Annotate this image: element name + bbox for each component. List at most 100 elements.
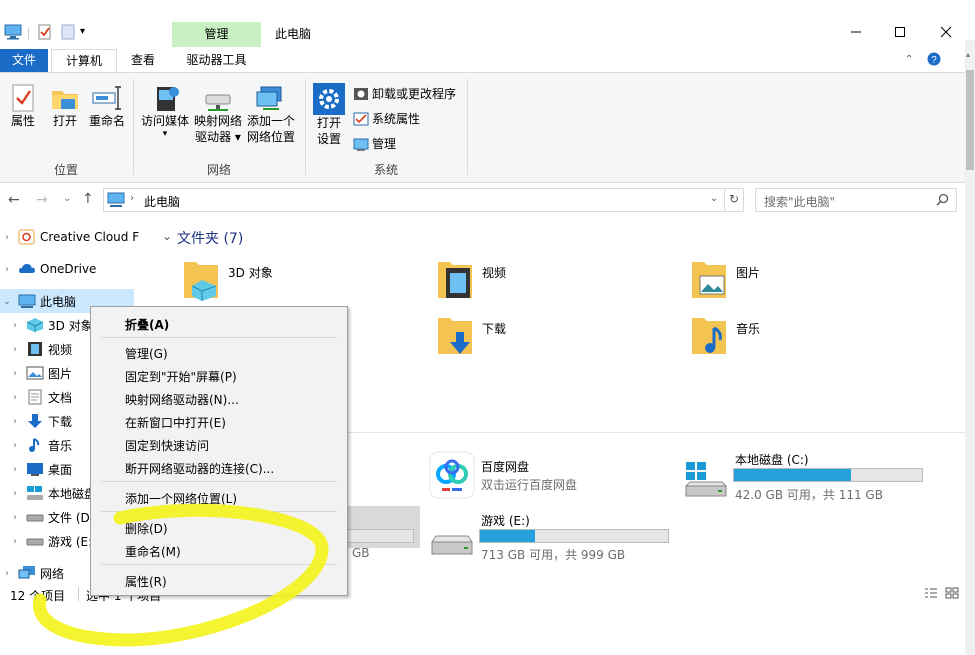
system-properties-icon <box>353 112 369 125</box>
menu-item-pin-quick-access[interactable]: 固定到快速访问 <box>125 437 209 454</box>
ribbon-collapse-icon[interactable]: ⌃ <box>905 54 913 65</box>
breadcrumb-path[interactable]: 此电脑 <box>144 193 180 210</box>
dropdown-arrow-icon: ▾ <box>162 129 168 139</box>
access-media-button[interactable]: 访问媒体 ▾ <box>139 83 191 139</box>
properties-button[interactable]: 属性 <box>6 83 40 129</box>
menu-item-collapse[interactable]: 折叠(A) <box>125 316 169 333</box>
folders-header[interactable]: 文件夹 (7) <box>177 228 243 248</box>
menu-item-disconnect-network-drive[interactable]: 断开网络驱动器的连接(C)... <box>125 460 274 477</box>
nav-label: 视频 <box>48 342 73 357</box>
nav-item-music[interactable]: › 音乐 <box>8 433 72 457</box>
folder-music[interactable]: 音乐 <box>690 314 760 358</box>
nav-item-pictures[interactable]: › 图片 <box>8 361 72 385</box>
open-button[interactable]: 打开 <box>48 83 82 129</box>
map-network-drive-label-2: 驱动器 <box>195 130 232 144</box>
breadcrumb-chevron-icon: › <box>130 193 134 204</box>
uninstall-program-button[interactable]: 卸载或更改程序 <box>353 85 456 102</box>
nav-item-3d-objects[interactable]: › 3D 对象 <box>8 313 93 337</box>
menu-item-manage[interactable]: 管理(G) <box>125 345 168 362</box>
nav-item-drive-e[interactable]: › 游戏 (E: <box>8 529 92 553</box>
ribbon-divider <box>467 79 468 175</box>
tab-view[interactable]: 查看 <box>120 49 166 72</box>
manage-button[interactable]: 管理 <box>353 135 396 152</box>
nav-item-drive-d[interactable]: › 文件 (D <box>8 505 90 529</box>
downloads-icon <box>28 414 42 428</box>
local-disk-c-name[interactable]: 本地磁盘 (C:) <box>735 451 809 468</box>
maximize-button[interactable] <box>887 20 913 44</box>
scrollbar-thumb[interactable] <box>966 70 974 170</box>
nav-label: OneDrive <box>40 262 97 276</box>
nav-item-creative-cloud[interactable]: › Creative Cloud F <box>0 225 139 249</box>
rename-icon <box>92 86 121 110</box>
scroll-up-icon[interactable]: ▴ <box>966 50 974 60</box>
folder-label: 3D 对象 <box>228 266 273 280</box>
up-button[interactable]: ↑ <box>82 191 94 207</box>
computer-icon <box>18 294 36 308</box>
add-network-location-button[interactable]: 添加一个 网络位置 <box>244 83 298 145</box>
open-settings-button[interactable]: 打开 设置 <box>312 83 346 147</box>
folder-videos[interactable]: 视频 <box>436 258 506 302</box>
folder-downloads[interactable]: 下载 <box>436 314 506 358</box>
search-icon <box>936 193 949 206</box>
help-icon[interactable]: ? <box>927 52 941 66</box>
quick-access-dropdown-icon[interactable]: ▾ <box>80 26 85 37</box>
drive-e-icon[interactable] <box>430 530 474 558</box>
nav-item-downloads[interactable]: › 下载 <box>8 409 72 433</box>
rename-button[interactable]: 重命名 <box>86 83 128 129</box>
tab-computer[interactable]: 计算机 <box>51 49 117 73</box>
drive-e-space: 713 GB 可用，共 999 GB <box>481 548 626 562</box>
uninstall-icon <box>354 87 368 100</box>
downloads-folder-icon <box>438 318 472 354</box>
collapse-section-icon[interactable]: ⌄ <box>162 229 172 243</box>
tab-file[interactable]: 文件 <box>0 49 48 72</box>
nav-label: 游戏 (E: <box>48 534 93 549</box>
system-properties-label: 系统属性 <box>372 112 421 126</box>
menu-item-rename[interactable]: 重命名(M) <box>125 543 181 560</box>
new-folder-quick-icon[interactable] <box>60 24 76 40</box>
menu-item-properties[interactable]: 属性(R) <box>125 573 167 590</box>
forward-button[interactable]: → <box>36 192 48 208</box>
nav-item-videos[interactable]: › 视频 <box>8 337 72 361</box>
address-dropdown-icon[interactable]: ⌄ <box>710 193 718 204</box>
menu-item-delete[interactable]: 删除(D) <box>125 520 168 537</box>
properties-quick-icon[interactable] <box>37 24 53 40</box>
menu-item-pin-to-start[interactable]: 固定到"开始"屏幕(P) <box>125 368 237 385</box>
minimize-button[interactable] <box>843 20 869 44</box>
tab-drive-tools[interactable]: 驱动器工具 <box>172 49 261 72</box>
manage-label: 管理 <box>372 137 397 151</box>
menu-item-open-new-window[interactable]: 在新窗口中打开(E) <box>125 414 226 431</box>
nav-item-local-disk-c[interactable]: › 本地磁盘 <box>8 481 96 505</box>
address-bar[interactable]: › 此电脑 ⌄ ↻ <box>103 188 744 212</box>
video-folder-icon <box>438 262 472 298</box>
folder-label: 下载 <box>482 322 507 336</box>
drive-e-name[interactable]: 游戏 (E:) <box>481 512 530 529</box>
creative-cloud-icon <box>18 229 35 245</box>
menu-item-add-network-location[interactable]: 添加一个网络位置(L) <box>125 490 237 507</box>
baidu-netdisk-icon[interactable] <box>428 450 476 500</box>
map-network-drive-button[interactable]: 映射网络 驱动器 ▾ <box>192 83 244 145</box>
system-properties-button[interactable]: 系统属性 <box>353 110 420 127</box>
nav-item-network[interactable]: › 网络 <box>0 561 64 585</box>
menu-item-map-network-drive[interactable]: 映射网络驱动器(N)... <box>125 391 239 408</box>
details-view-icon[interactable] <box>924 587 938 599</box>
search-input[interactable]: 搜索"此电脑" <box>755 188 957 212</box>
recent-locations-icon[interactable]: ⌄ <box>63 193 71 204</box>
ribbon: 属性 打开 重命名 位置 访问媒体 ▾ 映射网络 驱动器 ▾ 添加一个 网络位置… <box>0 72 965 183</box>
close-button[interactable] <box>933 20 959 44</box>
context-tab-group-label: 管理 <box>204 27 229 41</box>
nav-item-onedrive[interactable]: › OneDrive <box>0 257 96 281</box>
baidu-netdisk-name[interactable]: 百度网盘 <box>481 458 529 475</box>
large-icons-view-icon[interactable] <box>945 587 959 599</box>
nav-item-documents[interactable]: › 文档 <box>8 385 72 409</box>
window-title: 此电脑 <box>275 27 312 41</box>
local-disk-c-icon[interactable] <box>684 458 728 500</box>
network-location-icon <box>256 86 282 110</box>
folder-3d-objects[interactable]: 3D 对象 <box>182 258 273 302</box>
back-button[interactable]: ← <box>8 192 20 208</box>
folder-pictures[interactable]: 图片 <box>690 258 760 302</box>
add-network-location-label-2: 网络位置 <box>246 130 295 144</box>
nav-item-desktop[interactable]: › 桌面 <box>8 457 72 481</box>
vertical-scrollbar[interactable]: ▴ <box>965 40 975 655</box>
refresh-icon[interactable]: ↻ <box>729 192 739 206</box>
nav-label: 下载 <box>48 414 73 429</box>
